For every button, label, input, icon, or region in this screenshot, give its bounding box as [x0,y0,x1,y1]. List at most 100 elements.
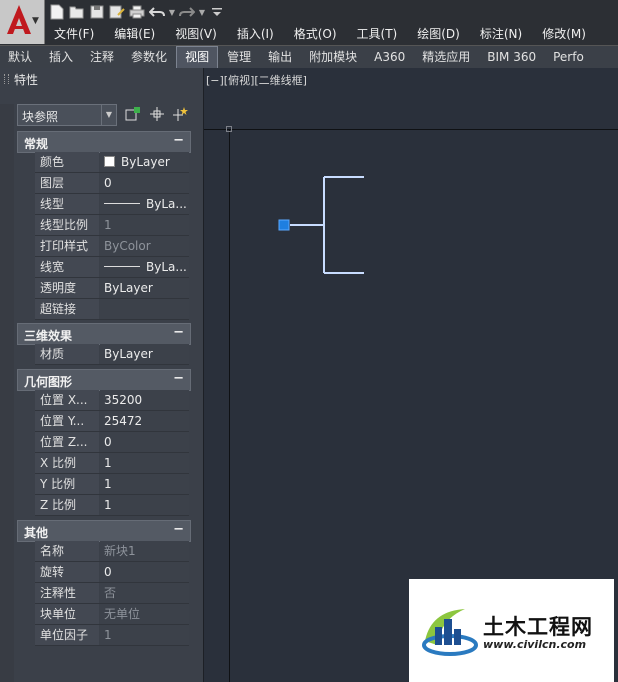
property-value[interactable]: 否 [100,583,189,603]
menu-draw[interactable]: 绘图(D) [407,24,470,44]
select-objects-icon[interactable] [147,104,167,124]
toggle-pickadd-icon[interactable] [123,104,143,124]
tab-output[interactable]: 输出 [260,46,300,68]
tab-view[interactable]: 视图 [176,46,219,68]
property-name: 图层 [35,173,99,193]
chevron-down-icon: ▼ [101,105,116,125]
grip-icon[interactable] [4,74,9,84]
property-value[interactable]: 1 [100,625,189,645]
section-general[interactable]: 常规 − [17,131,191,153]
menu-dimension[interactable]: 标注(N) [470,24,532,44]
tab-parametric[interactable]: 参数化 [123,46,175,68]
tab-manage[interactable]: 管理 [219,46,259,68]
property-value[interactable] [100,299,189,319]
property-row[interactable]: 透明度 ByLayer [35,278,189,299]
save-icon[interactable] [88,3,106,21]
property-value[interactable]: 1 [100,495,189,515]
property-name: 超链接 [35,299,99,319]
tab-addins[interactable]: 附加模块 [301,46,365,68]
property-name: 单位因子 [35,625,99,645]
save-as-icon[interactable] [108,3,126,21]
property-row[interactable]: 颜色 ByLayer [35,152,189,173]
tab-performance[interactable]: Perfo [545,46,592,68]
property-row[interactable]: 图层 0 [35,173,189,194]
section-geometry[interactable]: 几何图形 − [17,369,191,391]
property-row[interactable]: 超链接 [35,299,189,320]
property-row[interactable]: 单位因子 1 [35,625,189,646]
tab-bim360[interactable]: BIM 360 [479,46,544,68]
property-row[interactable]: 注释性 否 [35,583,189,604]
property-value[interactable]: 1 [100,453,189,473]
watermark: 土木工程网 www.civilcn.com [409,579,614,682]
property-value[interactable]: 0 [100,562,189,582]
menu-edit[interactable]: 编辑(E) [104,24,165,44]
menu-modify[interactable]: 修改(M) [532,24,596,44]
property-row[interactable]: 位置 X... 35200 [35,390,189,411]
property-value[interactable]: 1 [100,215,189,235]
property-row[interactable]: 位置 Z... 0 [35,432,189,453]
redo-icon[interactable] [178,3,196,21]
property-row[interactable]: Z 比例 1 [35,495,189,516]
property-row[interactable]: Y 比例 1 [35,474,189,495]
tab-insert[interactable]: 插入 [41,46,81,68]
quick-select-icon[interactable] [171,104,191,124]
print-icon[interactable] [128,3,146,21]
property-row[interactable]: 材质 ByLayer [35,344,189,365]
property-value[interactable]: 新块1 [100,541,189,561]
palette-title-strip[interactable] [0,104,14,682]
property-name: 线型 [35,194,99,214]
application-menu-button[interactable]: ▼ [0,0,45,44]
open-icon[interactable] [68,3,86,21]
collapse-icon[interactable]: − [173,522,184,537]
viewport-controls-label[interactable]: [−][俯视][二维线框] [206,72,307,88]
menu-tools[interactable]: 工具(T) [347,24,408,44]
property-value[interactable]: 25472 [100,411,189,431]
property-name: 位置 X... [35,390,99,410]
property-row[interactable]: 线宽 ByLa... [35,257,189,278]
property-row[interactable]: 旋转 0 [35,562,189,583]
menu-insert[interactable]: 插入(I) [227,24,284,44]
property-value[interactable]: ByLayer [100,278,189,298]
menu-view[interactable]: 视图(V) [165,24,227,44]
property-value[interactable]: 35200 [100,390,189,410]
tab-default[interactable]: 默认 [0,46,40,68]
menu-format[interactable]: 格式(O) [284,24,347,44]
property-value[interactable]: 0 [100,432,189,452]
property-value[interactable]: 无单位 [100,604,189,624]
section-3d-effects[interactable]: 三维效果 − [17,323,191,345]
object-type-dropdown[interactable]: 块参照 ▼ [17,104,117,126]
property-row[interactable]: 打印样式 ByColor [35,236,189,257]
property-value[interactable]: 0 [100,173,189,193]
new-icon[interactable] [48,3,66,21]
undo-icon[interactable] [148,3,166,21]
chevron-down-icon[interactable]: ▼ [168,8,176,17]
collapse-icon[interactable]: − [173,371,184,386]
property-value[interactable]: ByLayer [100,344,189,364]
collapse-icon[interactable]: − [173,325,184,340]
property-value[interactable]: ByColor [100,236,189,256]
menu-bar: 文件(F) 编辑(E) 视图(V) 插入(I) 格式(O) 工具(T) 绘图(D… [44,24,596,44]
tab-featured-apps[interactable]: 精选应用 [414,46,478,68]
insertion-grip-icon[interactable] [278,219,290,231]
property-row[interactable]: 位置 Y... 25472 [35,411,189,432]
customize-icon[interactable] [208,3,226,21]
property-value[interactable]: ByLa... [100,257,189,277]
menu-file[interactable]: 文件(F) [44,24,104,44]
collapse-icon[interactable]: − [173,133,184,148]
tab-a360[interactable]: A360 [366,46,413,68]
property-name: 名称 [35,541,99,561]
property-value[interactable]: ByLa... [100,194,189,214]
property-row[interactable]: 线型 ByLa... [35,194,189,215]
property-row[interactable]: X 比例 1 [35,453,189,474]
chevron-down-icon[interactable]: ▼ [198,8,206,17]
property-row[interactable]: 名称 新块1 [35,541,189,562]
block-reference-drawing[interactable] [276,172,371,276]
property-name: 透明度 [35,278,99,298]
section-misc[interactable]: 其他 − [17,520,191,542]
property-value[interactable]: ByLayer [100,152,189,172]
property-row[interactable]: 线型比例 1 [35,215,189,236]
tab-annotate[interactable]: 注释 [82,46,122,68]
property-row[interactable]: 块单位 无单位 [35,604,189,625]
property-value[interactable]: 1 [100,474,189,494]
property-value-text: ByLayer [121,155,170,169]
